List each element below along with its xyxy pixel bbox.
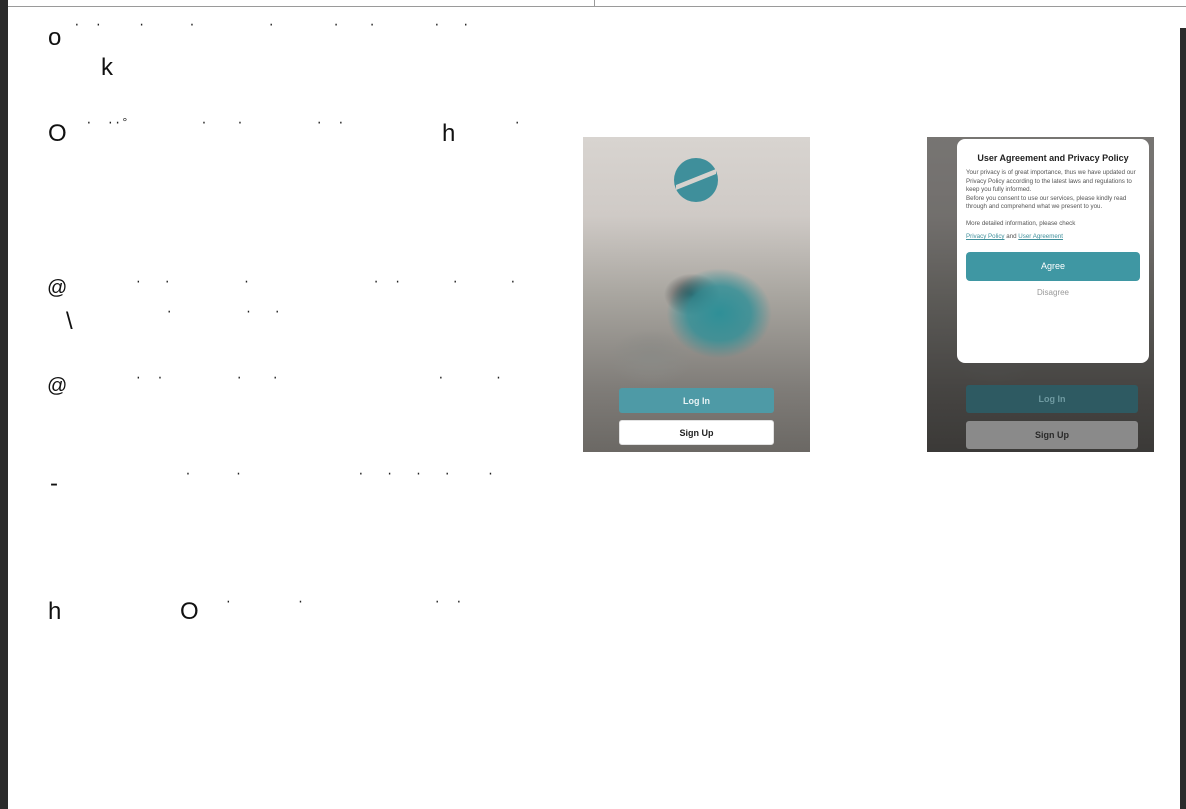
app-logo-icon xyxy=(674,158,718,202)
garbled-glyph: @ xyxy=(47,375,68,397)
login-screen-screenshot: Log In Sign Up xyxy=(583,137,810,452)
login-button[interactable]: Log In xyxy=(619,388,774,413)
top-divider xyxy=(594,0,595,6)
modal-links: Privacy Policy and User Agreement xyxy=(966,233,1140,240)
agree-button[interactable]: Agree xyxy=(966,251,1140,281)
garbled-dots: · · · · · · · xyxy=(62,467,495,481)
garbled-glyph: O xyxy=(48,120,67,147)
garbled-dots: · · · · · · · · · xyxy=(66,18,470,32)
signup-button[interactable]: Sign Up xyxy=(966,421,1138,449)
modal-paragraph: Before you consent to use our services, … xyxy=(966,194,1127,211)
garbled-dots: · · · · · · xyxy=(70,371,503,385)
garbled-glyph: h xyxy=(442,120,456,147)
modal-more-info: More detailed information, please check xyxy=(966,219,1076,227)
user-agreement-link[interactable]: User Agreement xyxy=(1018,233,1063,240)
privacy-modal: User Agreement and Privacy Policy Your p… xyxy=(957,139,1149,363)
modal-title: User Agreement and Privacy Policy xyxy=(977,153,1129,163)
signup-button[interactable]: Sign Up xyxy=(619,420,774,445)
garbled-glyph: h xyxy=(48,598,62,625)
modal-body: Your privacy is of great importance, thu… xyxy=(966,169,1140,212)
modal-paragraph: Your privacy is of great importance, thu… xyxy=(966,169,1136,194)
garbled-dots: · · · · xyxy=(196,595,463,609)
garbled-dots: · xyxy=(456,116,521,130)
garbled-glyph: k xyxy=(101,54,113,81)
garbled-glyph: - xyxy=(50,470,58,497)
and-text: and xyxy=(1004,232,1019,240)
privacy-dialog-screenshot: User Agreement and Privacy Policy Your p… xyxy=(927,137,1154,452)
garbled-glyph: @ xyxy=(47,277,68,299)
garbled-glyph: o xyxy=(48,24,62,51)
garbled-dots: · ··° · · · · xyxy=(78,116,345,130)
garbled-dots: · · · · · · · xyxy=(70,275,517,289)
garbled-dots: · · · xyxy=(72,305,281,319)
window-left-border xyxy=(0,0,8,809)
window-right-border xyxy=(1180,28,1186,809)
disagree-button[interactable]: Disagree xyxy=(966,288,1140,297)
window-top-bar xyxy=(0,0,1186,7)
login-button[interactable]: Log In xyxy=(966,385,1138,413)
privacy-policy-link[interactable]: Privacy Policy xyxy=(966,233,1005,240)
